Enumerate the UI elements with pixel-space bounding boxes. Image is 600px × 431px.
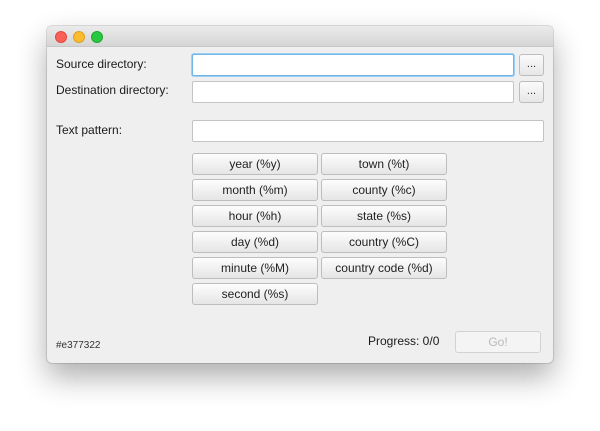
source-directory-input[interactable] <box>192 54 514 76</box>
token-day-button[interactable]: day (%d) <box>192 231 318 253</box>
color-code-label: #e377322 <box>56 340 101 351</box>
text-pattern-label: Text pattern: <box>56 123 123 137</box>
token-country-button[interactable]: country (%C) <box>321 231 447 253</box>
token-hour-button[interactable]: hour (%h) <box>192 205 318 227</box>
destination-directory-input[interactable] <box>192 81 514 103</box>
title-bar <box>47 26 553 47</box>
source-browse-button[interactable]: ... <box>519 54 544 76</box>
token-town-button[interactable]: town (%t) <box>321 153 447 175</box>
minimize-window-button[interactable] <box>73 31 85 43</box>
go-button[interactable]: Go! <box>455 331 541 353</box>
token-minute-button[interactable]: minute (%M) <box>192 257 318 279</box>
token-country-code-button[interactable]: country code (%d) <box>321 257 447 279</box>
text-pattern-input[interactable] <box>192 120 544 142</box>
app-window: Source directory: ... Destination direct… <box>47 26 553 363</box>
token-second-button[interactable]: second (%s) <box>192 283 318 305</box>
close-window-button[interactable] <box>55 31 67 43</box>
destination-directory-label: Destination directory: <box>56 83 169 97</box>
token-month-button[interactable]: month (%m) <box>192 179 318 201</box>
maximize-window-button[interactable] <box>91 31 103 43</box>
token-county-button[interactable]: county (%c) <box>321 179 447 201</box>
destination-browse-button[interactable]: ... <box>519 81 544 103</box>
token-state-button[interactable]: state (%s) <box>321 205 447 227</box>
token-year-button[interactable]: year (%y) <box>192 153 318 175</box>
source-directory-label: Source directory: <box>56 57 147 71</box>
progress-label: Progress: 0/0 <box>368 334 440 348</box>
